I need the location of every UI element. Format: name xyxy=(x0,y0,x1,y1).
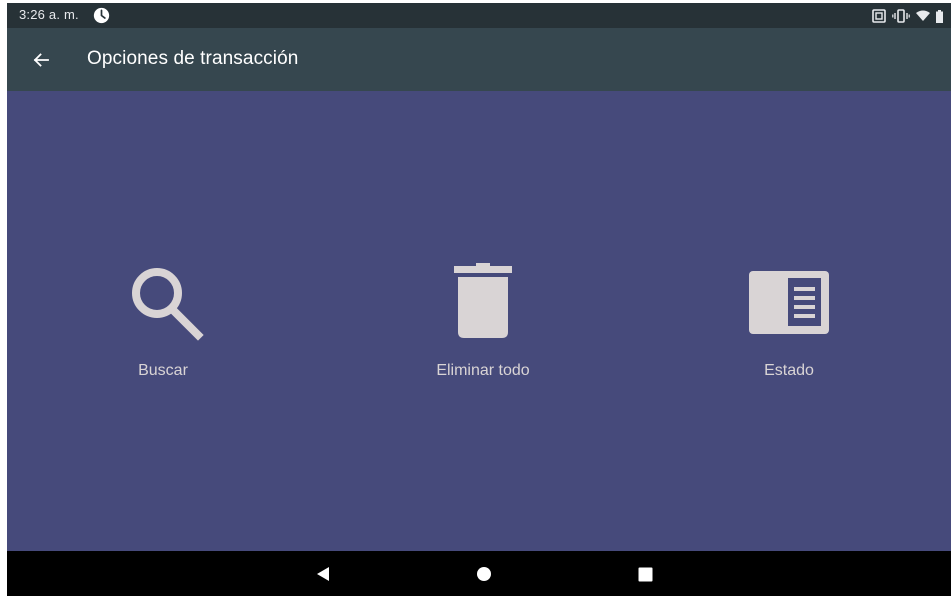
nav-recents-icon xyxy=(638,567,652,581)
transaction-options: Buscar Eliminar todo Estado xyxy=(7,91,951,551)
search-option[interactable]: Buscar xyxy=(73,259,253,389)
app-bar: Opciones de transacción xyxy=(7,28,951,91)
nav-recents-button[interactable] xyxy=(634,563,656,585)
status-icons xyxy=(872,8,943,24)
nav-back-button[interactable] xyxy=(312,563,334,585)
nfc-icon xyxy=(872,9,886,23)
back-button[interactable] xyxy=(27,46,55,74)
page-title: Opciones de transacción xyxy=(87,48,299,69)
status-option[interactable]: Estado xyxy=(699,259,879,389)
search-icon xyxy=(132,268,204,341)
battery-icon xyxy=(936,9,943,23)
vibrate-icon xyxy=(892,9,910,23)
search-label: Buscar xyxy=(138,362,188,379)
status-bar: 3:26 a. m. xyxy=(7,3,951,28)
navigation-bar xyxy=(7,551,951,596)
delete-all-label: Eliminar todo xyxy=(436,362,530,379)
nav-back-icon xyxy=(317,567,329,581)
arrow-back-icon xyxy=(33,53,49,67)
delete-all-option[interactable]: Eliminar todo xyxy=(393,259,573,389)
status-time: 3:26 a. m. xyxy=(19,7,79,22)
trash-icon xyxy=(454,263,512,338)
screen: 3:26 a. m. Opciones de transacción Busca… xyxy=(7,3,951,596)
nav-home-icon xyxy=(477,567,491,581)
receipt-icon xyxy=(749,271,829,334)
status-label: Estado xyxy=(764,362,814,379)
wifi-icon xyxy=(916,10,930,21)
nav-home-button[interactable] xyxy=(473,563,495,585)
clock-icon xyxy=(93,7,110,24)
